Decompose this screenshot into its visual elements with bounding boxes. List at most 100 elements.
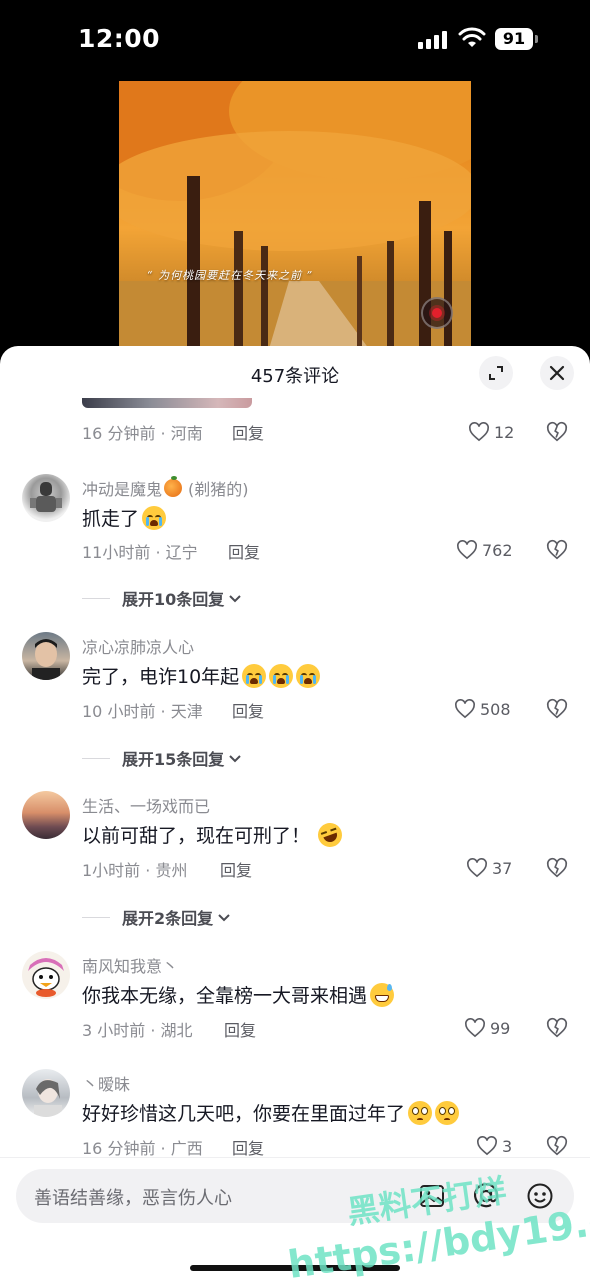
comment-text-content: 抓走了 <box>82 508 140 530</box>
signal-icon <box>418 31 447 49</box>
heart-icon <box>469 422 489 442</box>
reply-button[interactable]: 回复 <box>232 420 264 444</box>
divider <box>82 757 110 759</box>
comment-text-content: 好好珍惜这几天吧，你要在里面过年了 <box>82 1103 406 1125</box>
comment-meta: 16 分钟前 · 河南 <box>82 424 203 443</box>
reply-button[interactable]: 回复 <box>220 857 252 881</box>
expand-replies-label: 展开2条回复 <box>122 909 214 928</box>
avatar[interactable] <box>22 791 70 839</box>
comment-sheet: 457条评论 16 分钟前 · 河南 回复 12 冲动是魔鬼 (剃猪的) 抓走了 <box>0 346 590 1280</box>
expand-replies-button[interactable]: 展开2条回复 <box>82 905 231 929</box>
heart-icon <box>477 1136 497 1156</box>
comment-text-content: 你我本无缘，全靠榜一大哥来相遇 <box>82 985 368 1007</box>
avatar[interactable] <box>22 951 70 999</box>
status-time: 12:00 <box>78 24 161 53</box>
record-icon[interactable] <box>421 297 453 329</box>
expand-replies-button[interactable]: 展开10条回复 <box>82 586 242 610</box>
comment-meta: 11小时前 · 辽宁 <box>82 543 198 562</box>
pleading-emoji-icon <box>435 1100 460 1125</box>
broken-heart-icon[interactable] <box>546 1135 568 1157</box>
heart-icon <box>457 540 477 560</box>
sweat-smile-emoji-icon <box>370 982 395 1007</box>
avatar[interactable] <box>22 474 70 522</box>
wifi-icon <box>458 27 486 47</box>
username-suffix: (剃猪的) <box>188 480 249 499</box>
expand-replies-label: 展开15条回复 <box>122 750 225 769</box>
like-button[interactable]: 99 <box>464 1016 510 1040</box>
like-button[interactable]: 12 <box>468 420 514 444</box>
reply-button[interactable]: 回复 <box>224 1017 256 1041</box>
comment-username[interactable]: 丶暧昧 <box>82 1071 130 1095</box>
comment-text: 好好珍惜这几天吧，你要在里面过年了 <box>82 1099 460 1126</box>
divider <box>82 916 110 918</box>
chevron-down-icon <box>218 914 230 922</box>
status-bar: 12:00 91 <box>0 0 590 80</box>
battery-level: 91 <box>495 28 533 50</box>
reply-button[interactable]: 回复 <box>232 698 264 722</box>
comment-username[interactable]: 生活、一场戏而已 <box>82 793 210 817</box>
expand-icon <box>489 366 503 380</box>
chevron-down-icon <box>229 755 241 763</box>
like-button[interactable]: 762 <box>456 538 513 562</box>
broken-heart-icon[interactable] <box>546 421 568 443</box>
video-player[interactable]: “ 为何桃园要赶在冬天来之前 ” <box>119 81 471 349</box>
comment-text: 以前可甜了，现在可刑了！ <box>82 819 346 850</box>
like-button[interactable]: 508 <box>454 697 511 721</box>
video-frame-image <box>119 81 471 349</box>
comment-input[interactable]: 善语结善缘，恶言伤人心 <box>16 1169 574 1223</box>
reply-button[interactable]: 回复 <box>232 1135 264 1159</box>
comment-meta: 10 小时前 · 天津 <box>82 702 203 721</box>
like-button[interactable]: 37 <box>466 856 512 880</box>
broken-heart-icon[interactable] <box>546 1017 568 1039</box>
broken-heart-icon[interactable] <box>546 698 568 720</box>
emoji-icon[interactable] <box>526 1182 554 1210</box>
comment-text: 你我本无缘，全靠榜一大哥来相遇 <box>82 981 395 1008</box>
comment-username[interactable]: 凉心凉肺凉人心 <box>82 634 194 658</box>
close-button[interactable] <box>540 356 574 390</box>
crying-emoji-icon <box>296 663 321 688</box>
avatar[interactable] <box>22 632 70 680</box>
comment-username[interactable]: 冲动是魔鬼 (剃猪的) <box>82 476 249 500</box>
expand-replies-label: 展开10条回复 <box>122 590 225 609</box>
crying-emoji-icon <box>269 663 294 688</box>
like-button[interactable]: 3 <box>476 1134 512 1158</box>
crying-emoji-icon <box>142 505 167 530</box>
like-count: 762 <box>482 540 513 560</box>
comment-input-bar: 善语结善缘，恶言伤人心 <box>0 1157 590 1280</box>
comment-username[interactable]: 南风知我意丶 <box>82 953 178 977</box>
comment-meta: 16 分钟前 · 广西 <box>82 1139 203 1158</box>
video-caption: “ 为何桃园要赶在冬天来之前 ” <box>147 269 314 282</box>
close-icon <box>549 365 565 381</box>
orange-emoji-icon <box>164 476 183 497</box>
input-placeholder: 善语结善缘，恶言伤人心 <box>34 1188 232 1209</box>
rolling-laugh-emoji-icon <box>314 819 346 850</box>
comment-text-content: 完了，电诈10年起 <box>82 666 240 688</box>
divider <box>82 597 110 599</box>
broken-heart-icon[interactable] <box>546 539 568 561</box>
comment-text: 抓走了 <box>82 504 167 531</box>
like-count: 12 <box>494 422 515 442</box>
like-count: 508 <box>480 699 511 719</box>
comment-image[interactable] <box>82 398 252 408</box>
username-text: 冲动是魔鬼 <box>82 480 163 499</box>
at-icon[interactable] <box>472 1182 500 1210</box>
expand-button[interactable] <box>479 356 513 390</box>
expand-replies-button[interactable]: 展开15条回复 <box>82 746 242 770</box>
reply-button[interactable]: 回复 <box>228 539 260 563</box>
crying-emoji-icon <box>242 663 267 688</box>
image-icon[interactable] <box>418 1182 446 1210</box>
heart-icon <box>455 699 475 719</box>
heart-icon <box>467 858 487 878</box>
battery-tip <box>535 35 538 43</box>
comment-text-content: 以前可甜了，现在可刑了！ <box>82 825 311 847</box>
comment-meta: 1小时前 · 贵州 <box>82 861 188 880</box>
like-count: 99 <box>490 1018 511 1038</box>
home-indicator[interactable] <box>190 1265 400 1271</box>
pleading-emoji-icon <box>408 1100 433 1125</box>
comment-meta: 3 小时前 · 湖北 <box>82 1021 193 1040</box>
avatar[interactable] <box>22 1069 70 1117</box>
comment-text: 完了，电诈10年起 <box>82 662 321 689</box>
battery-indicator: 91 <box>495 28 539 50</box>
broken-heart-icon[interactable] <box>546 857 568 879</box>
heart-icon <box>465 1018 485 1038</box>
